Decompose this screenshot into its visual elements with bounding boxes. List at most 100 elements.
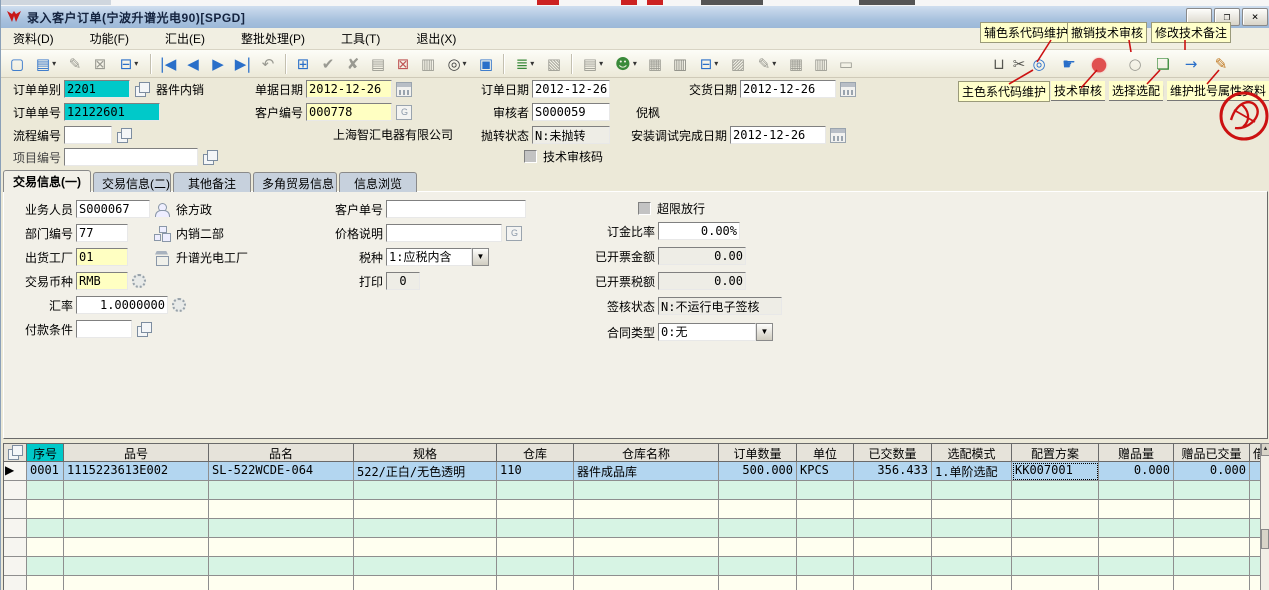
project-no-input[interactable]: [64, 148, 198, 166]
install-date-input[interactable]: [730, 126, 826, 144]
cell[interactable]: [1012, 500, 1099, 519]
salesperson-input[interactable]: [76, 200, 150, 218]
flow-no-input[interactable]: [64, 126, 112, 144]
tab-5[interactable]: 信息浏览: [339, 172, 417, 192]
auditor-input[interactable]: [532, 103, 610, 121]
cell[interactable]: [797, 538, 854, 557]
customer-order-no-input[interactable]: [386, 200, 526, 218]
clipboard-icon[interactable]: ▣: [474, 52, 498, 76]
chevron-down-icon[interactable]: ▼: [472, 248, 489, 266]
new-document-icon[interactable]: ▢: [5, 52, 29, 76]
maintain-batch-attr-button[interactable]: 维护批号属性资料: [1167, 81, 1269, 101]
cell[interactable]: [719, 519, 797, 538]
cell[interactable]: 1.单阶选配: [932, 462, 1012, 481]
copy-icon[interactable]: [136, 322, 152, 337]
lock-document-icon[interactable]: ▥: [668, 52, 692, 76]
menu-item-2[interactable]: 汇出(E): [161, 28, 209, 49]
cell[interactable]: [354, 538, 497, 557]
cell[interactable]: [719, 557, 797, 576]
tab-1[interactable]: 交易信息(一): [3, 170, 91, 192]
chevron-down-icon[interactable]: ▼: [756, 323, 773, 341]
cell[interactable]: [1174, 519, 1250, 538]
cell[interactable]: [1174, 481, 1250, 500]
row-indicator[interactable]: [4, 500, 27, 519]
row-indicator[interactable]: [4, 557, 27, 576]
column-header-1[interactable]: 序号: [27, 444, 64, 462]
menu-item-4[interactable]: 工具(T): [337, 28, 384, 49]
cell[interactable]: 500.000: [719, 462, 797, 481]
cell[interactable]: [719, 538, 797, 557]
customer-browse-icon[interactable]: [396, 105, 412, 120]
batch-select-icon[interactable]: ☛: [1057, 52, 1081, 76]
cell[interactable]: [64, 538, 209, 557]
exchange-gear-icon[interactable]: [172, 298, 186, 312]
cell[interactable]: 0001: [27, 462, 64, 481]
cell[interactable]: 110: [497, 462, 574, 481]
chevron-down-icon[interactable]: ▾: [463, 53, 467, 75]
print-icon[interactable]: ⊟▾: [113, 52, 145, 76]
deposit-ratio-input[interactable]: [658, 222, 740, 240]
cell[interactable]: [1099, 519, 1174, 538]
cell[interactable]: [932, 481, 1012, 500]
cell[interactable]: [1012, 519, 1099, 538]
cell[interactable]: [27, 500, 64, 519]
cell[interactable]: [854, 481, 932, 500]
column-header-4[interactable]: 规格: [354, 444, 497, 462]
chevron-down-icon[interactable]: ▾: [530, 53, 534, 75]
cell[interactable]: [1099, 538, 1174, 557]
calendar-icon[interactable]: [830, 128, 846, 143]
table-row[interactable]: ▶00011115223613E002SL-522WCDE-064522/正白/…: [4, 462, 1261, 481]
column-header-6[interactable]: 仓库名称: [574, 444, 719, 462]
order-date-input[interactable]: [532, 80, 610, 98]
row-indicator[interactable]: ▶: [4, 462, 27, 481]
over-limit-checkbox[interactable]: [638, 202, 651, 215]
payment-terms-input[interactable]: [76, 320, 132, 338]
cell[interactable]: [27, 576, 64, 590]
price-note-icon[interactable]: [506, 226, 522, 241]
cell[interactable]: [354, 481, 497, 500]
cell[interactable]: [1174, 538, 1250, 557]
aux-color-code-maintain-button[interactable]: 辅色系代码维护: [980, 22, 1072, 43]
cell[interactable]: [209, 576, 354, 590]
cell[interactable]: [574, 500, 719, 519]
org-chart-icon[interactable]: [154, 226, 170, 241]
empty-table-row[interactable]: [4, 500, 1261, 519]
order-no-input[interactable]: [64, 103, 160, 121]
cell[interactable]: [932, 538, 1012, 557]
cell[interactable]: [27, 519, 64, 538]
cell[interactable]: [497, 519, 574, 538]
cell[interactable]: [27, 538, 64, 557]
cell[interactable]: [854, 538, 932, 557]
department-input[interactable]: [76, 224, 128, 242]
empty-table-row[interactable]: [4, 519, 1261, 538]
cell[interactable]: [797, 481, 854, 500]
find-icon[interactable]: ◎▾: [441, 52, 473, 76]
last-record-icon[interactable]: ▶|: [231, 52, 255, 76]
cell[interactable]: [64, 519, 209, 538]
person-icon[interactable]: [154, 202, 170, 217]
cell[interactable]: [497, 538, 574, 557]
cell[interactable]: [497, 557, 574, 576]
cell[interactable]: 522/正白/无色透明: [354, 462, 497, 481]
preview-document-icon[interactable]: ▤▾: [30, 52, 62, 76]
tab-2[interactable]: 交易信息(二): [93, 172, 171, 192]
row-indicator[interactable]: [4, 576, 27, 590]
tree-view-icon[interactable]: ≣▾: [509, 52, 541, 76]
cell[interactable]: [1174, 576, 1250, 590]
cell[interactable]: 0.000: [1099, 462, 1174, 481]
first-record-icon[interactable]: |◀: [156, 52, 180, 76]
cell[interactable]: [64, 576, 209, 590]
cell[interactable]: [574, 557, 719, 576]
cell[interactable]: [719, 500, 797, 519]
cell[interactable]: [1099, 500, 1174, 519]
vertical-scrollbar[interactable]: ▲: [1260, 443, 1269, 590]
cell[interactable]: [354, 557, 497, 576]
empty-table-row[interactable]: [4, 557, 1261, 576]
doc-date-input[interactable]: [306, 80, 392, 98]
cell[interactable]: [1174, 557, 1250, 576]
empty-table-row[interactable]: [4, 538, 1261, 557]
copy-icon[interactable]: [116, 128, 132, 143]
cell[interactable]: 0.000: [1174, 462, 1250, 481]
cell[interactable]: [574, 576, 719, 590]
cell[interactable]: [719, 481, 797, 500]
